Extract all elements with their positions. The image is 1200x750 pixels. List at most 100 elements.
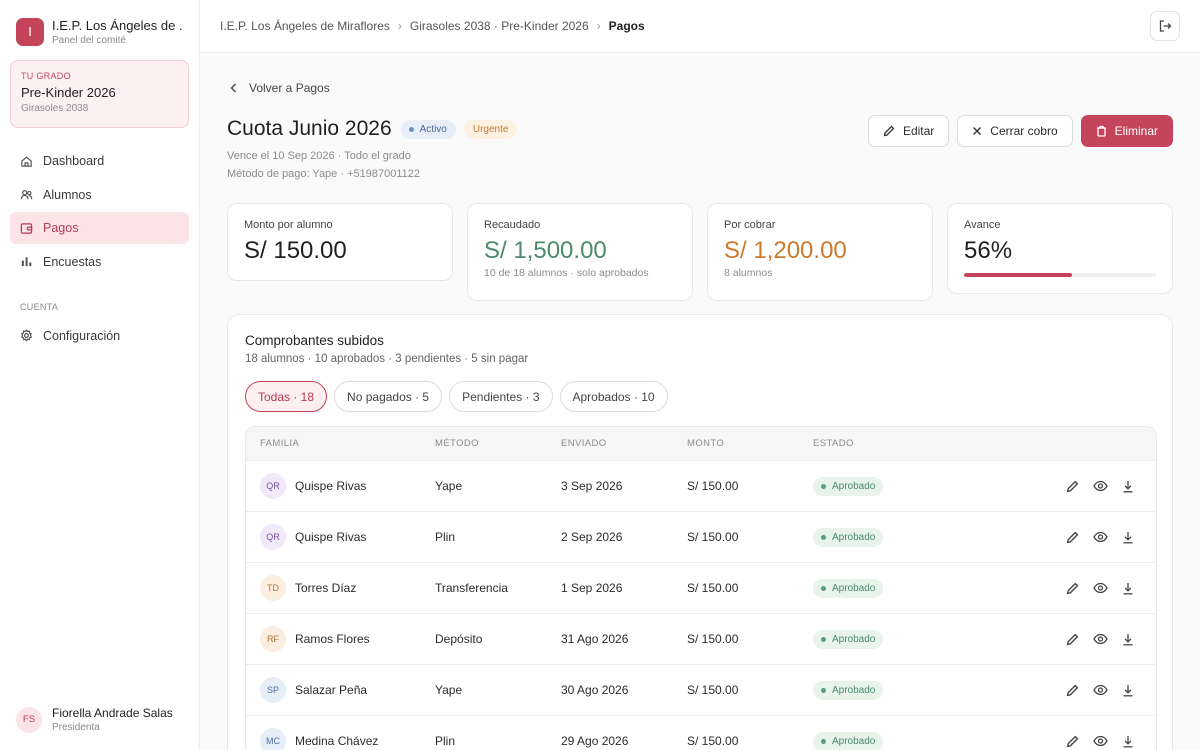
family-avatar: SP: [260, 677, 286, 703]
nav-item-encuestas[interactable]: Encuestas: [10, 246, 189, 278]
panel-title: Comprobantes subidos: [245, 333, 384, 348]
edit-row-button[interactable]: [1064, 682, 1080, 698]
download-button[interactable]: [1120, 733, 1136, 749]
status-badge: Aprobado: [813, 731, 884, 750]
download-button[interactable]: [1120, 631, 1136, 647]
payment-method: Depósito: [435, 632, 483, 646]
stat-card-progress: Avance 56%: [947, 203, 1173, 294]
stat-label: Por cobrar: [724, 219, 776, 231]
breadcrumb-grade[interactable]: Girasoles 2038 · Pre-Kinder 2026: [410, 19, 589, 33]
column-header-familia[interactable]: FAMILIA: [246, 438, 435, 449]
filter-chip-pendientes[interactable]: Pendientes · 3: [449, 381, 553, 412]
chevron-right-icon: ›: [397, 19, 402, 33]
view-button[interactable]: [1092, 682, 1108, 698]
view-button[interactable]: [1092, 478, 1108, 494]
column-header-metodo[interactable]: MÉTODO: [435, 438, 561, 449]
edit-row-button[interactable]: [1064, 631, 1080, 647]
pencil-icon: [883, 125, 895, 137]
urgent-badge: Urgente: [463, 119, 518, 139]
back-label: Volver a Pagos: [249, 81, 330, 95]
table-row[interactable]: RF Ramos Flores Depósito 31 Ago 2026 S/ …: [246, 614, 1156, 665]
column-header-estado[interactable]: ESTADO: [813, 438, 1013, 449]
status-label: Aprobado: [832, 480, 876, 492]
stat-sub: 8 alumnos: [724, 267, 773, 279]
org-subtitle: Panel del comité: [52, 34, 126, 46]
nav-label: Alumnos: [43, 187, 92, 202]
family-name: Quispe Rivas: [295, 479, 367, 493]
user-role: Presidenta: [52, 722, 100, 733]
pencil-icon: [1066, 684, 1078, 696]
pencil-icon: [1066, 480, 1078, 492]
edit-row-button[interactable]: [1064, 478, 1080, 494]
avatar: FS: [16, 706, 42, 733]
logout-button[interactable]: [1150, 11, 1180, 41]
trash-icon: [1096, 125, 1106, 137]
nav-item-alumnos[interactable]: Alumnos: [10, 179, 189, 211]
pencil-icon: [1066, 582, 1078, 594]
stat-card-collected: Recaudado S/ 1,500.00 10 de 18 alumnos ·…: [467, 203, 693, 301]
status-badge-active: Activo: [400, 119, 456, 139]
status-dot: [821, 483, 826, 489]
page-title: Cuota Junio 2026: [227, 117, 392, 140]
status-badge: Aprobado: [813, 476, 884, 496]
table-row[interactable]: QR Quispe Rivas Yape 3 Sep 2026 S/ 150.0…: [246, 461, 1156, 512]
table-row[interactable]: TD Torres Díaz Transferencia 1 Sep 2026 …: [246, 563, 1156, 614]
table-body: QR Quispe Rivas Yape 3 Sep 2026 S/ 150.0…: [246, 461, 1156, 750]
nav-item-dashboard[interactable]: Dashboard: [10, 145, 189, 177]
edit-row-button[interactable]: [1064, 733, 1080, 749]
breadcrumb-school[interactable]: I.E.P. Los Ángeles de Miraflores: [220, 19, 390, 33]
filter-chip-todas[interactable]: Todas · 18: [245, 381, 328, 412]
grade-card[interactable]: TU GRADO Pre-Kinder 2026 Girasoles 2038: [10, 60, 189, 128]
status-dot: [821, 534, 826, 540]
edit-button[interactable]: Editar: [867, 115, 950, 147]
download-button[interactable]: [1120, 478, 1136, 494]
column-header-enviado[interactable]: ENVIADO: [561, 438, 687, 449]
nav-label: Pagos: [43, 221, 79, 235]
org-name: I.E.P. Los Ángeles de ...: [52, 17, 183, 33]
status-badge: Aprobado: [813, 629, 884, 649]
table-row[interactable]: SP Salazar Peña Yape 30 Ago 2026 S/ 150.…: [246, 665, 1156, 716]
status-dot: [821, 636, 826, 642]
view-button[interactable]: [1092, 631, 1108, 647]
filter-chips: Todas · 18 No pagados · 5 Pendientes · 3…: [245, 381, 675, 412]
delete-button[interactable]: Eliminar: [1080, 115, 1173, 147]
family-avatar: QR: [260, 524, 286, 550]
nav-label: Dashboard: [43, 154, 105, 168]
close-charge-button[interactable]: Cerrar cobro: [957, 115, 1073, 147]
org-header[interactable]: I I.E.P. Los Ángeles de ... Panel del co…: [0, 0, 199, 46]
table-row[interactable]: QR Quispe Rivas Plin 2 Sep 2026 S/ 150.0…: [246, 512, 1156, 563]
stat-label: Monto por alumno: [244, 219, 333, 231]
chevron-left-icon: [230, 83, 236, 93]
eye-icon: [1092, 531, 1108, 543]
sidebar: I I.E.P. Los Ángeles de ... Panel del co…: [0, 0, 200, 750]
download-button[interactable]: [1120, 529, 1136, 545]
nav-label: Encuestas: [43, 254, 102, 269]
wallet-icon: [20, 222, 33, 234]
back-link[interactable]: Volver a Pagos: [230, 81, 330, 95]
user-profile[interactable]: FS Fiorella Andrade Salas Presidenta: [16, 706, 173, 733]
title-row: Cuota Junio 2026 Activo Urgente: [227, 117, 518, 141]
column-header-monto[interactable]: MONTO: [687, 438, 813, 449]
stat-value: 56%: [964, 237, 1013, 264]
family-name: Quispe Rivas: [295, 530, 367, 544]
nav-label: Configuración: [43, 328, 121, 343]
download-icon: [1123, 684, 1133, 696]
payment-method: Transferencia: [435, 581, 508, 595]
edit-row-button[interactable]: [1064, 580, 1080, 596]
download-button[interactable]: [1120, 682, 1136, 698]
table-row[interactable]: MC Medina Chávez Plin 29 Ago 2026 S/ 150…: [246, 716, 1156, 750]
view-button[interactable]: [1092, 733, 1108, 749]
nav-item-pagos[interactable]: Pagos: [10, 212, 189, 244]
filter-chip-no-pagados[interactable]: No pagados · 5: [334, 381, 443, 412]
view-button[interactable]: [1092, 529, 1108, 545]
edit-row-button[interactable]: [1064, 529, 1080, 545]
nav-item-configuracion[interactable]: Configuración: [10, 320, 189, 352]
family-avatar: TD: [260, 575, 286, 601]
download-icon: [1123, 633, 1133, 645]
stat-sub: 10 de 18 alumnos · solo aprobados: [484, 267, 649, 279]
sent-date: 3 Sep 2026: [561, 479, 623, 493]
gear-icon: [20, 329, 33, 342]
download-button[interactable]: [1120, 580, 1136, 596]
view-button[interactable]: [1092, 580, 1108, 596]
filter-chip-aprobados[interactable]: Aprobados · 10: [559, 381, 668, 412]
